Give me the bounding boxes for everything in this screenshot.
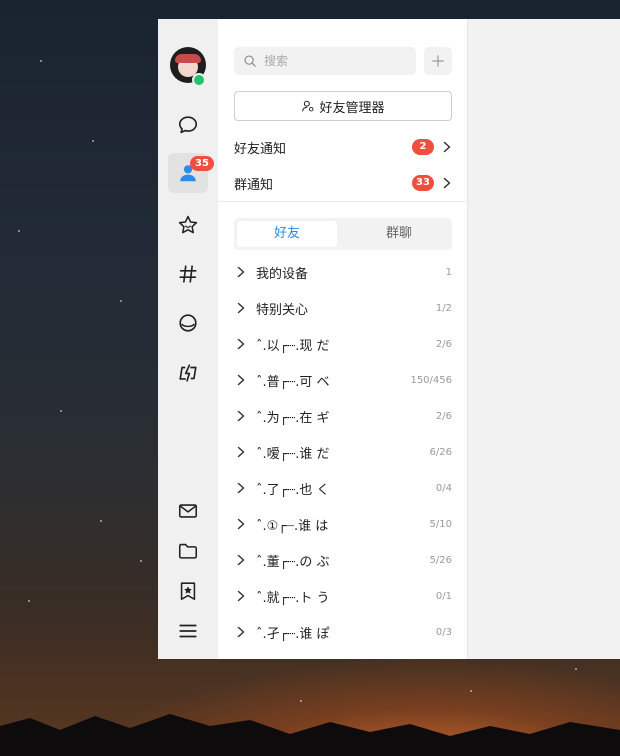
friend-group-row[interactable]: ˆ.嗳┌┈.谁 だ 6/26 <box>218 434 468 470</box>
chevron-right-icon <box>236 410 252 422</box>
friend-group-row[interactable]: ˆ.了┌┈.也 く 0/4 <box>218 470 468 506</box>
mail-nav-button[interactable] <box>168 491 208 531</box>
folder-icon <box>178 543 198 559</box>
lightning-box-icon <box>179 364 197 382</box>
group-count: 1/2 <box>435 302 452 314</box>
chevron-right-icon <box>236 482 252 494</box>
group-name: ˆ.孑┌┈.谁 ぽ <box>256 626 330 642</box>
group-name: ˆ.嗳┌┈.谁 だ <box>256 446 330 462</box>
group-name: ˆ.为┌┈.在 ギ <box>256 410 330 426</box>
friend-manager-label: 好友管理器 <box>319 100 385 116</box>
chat-bubble-icon <box>178 116 198 134</box>
chevron-right-icon <box>236 518 252 530</box>
detail-pane <box>468 19 620 659</box>
group-name: 我的设备 <box>256 266 309 282</box>
moments-nav-button[interactable] <box>168 303 208 343</box>
group-name: ˆ.①┌┈.谁 は <box>256 518 329 534</box>
search-icon <box>244 55 256 67</box>
mountain-silhouette <box>0 714 620 756</box>
group-name: 特别关心 <box>256 302 309 318</box>
favorites-nav-button[interactable] <box>168 205 208 245</box>
tab-friends[interactable]: 好友 <box>237 221 337 247</box>
friend-group-row[interactable]: ˆ.就┌┈.ト う 0/1 <box>218 578 468 614</box>
group-count: 5/10 <box>429 518 452 530</box>
add-button[interactable] <box>424 47 452 75</box>
contacts-tab-switcher: 好友 群聊 <box>234 218 452 250</box>
friend-group-row[interactable]: 我的设备 1 <box>218 254 468 290</box>
friend-group-row[interactable]: ˆ.孑┌┈.谁 ぽ 0/3 <box>218 614 468 650</box>
group-count: 1 <box>445 266 452 278</box>
group-notifications-badge: 33 <box>412 175 434 191</box>
group-count: 6/26 <box>429 446 452 458</box>
section-divider <box>218 201 468 202</box>
plus-icon <box>432 55 444 67</box>
group-count: 150/456 <box>410 374 452 386</box>
contacts-panel: 好友管理器 好友通知 2 群通知 33 好友 群聊 我的设备 1 <box>218 19 468 659</box>
chevron-right-icon <box>236 302 252 314</box>
group-count: 2/6 <box>435 338 452 350</box>
friend-group-list: 我的设备 1 特别关心 1/2 ˆ.以┌┈.现 だ 2/6 ˆ.普┌┈.可 ベ … <box>218 254 468 650</box>
group-count: 5/26 <box>429 554 452 566</box>
search-box[interactable] <box>234 47 416 75</box>
search-input[interactable] <box>262 53 406 69</box>
chevron-right-icon <box>236 266 252 278</box>
friend-notifications-badge: 2 <box>412 139 434 155</box>
group-name: ˆ.了┌┈.也 く <box>256 482 330 498</box>
envelope-icon <box>178 504 198 518</box>
chevron-right-icon <box>236 446 252 458</box>
group-name: ˆ.以┌┈.现 だ <box>256 338 330 354</box>
chevron-right-icon <box>443 177 451 189</box>
group-name: ˆ.就┌┈.ト う <box>256 590 330 606</box>
friend-notifications-label: 好友通知 <box>234 141 287 157</box>
person-settings-icon <box>302 100 314 112</box>
group-notifications-row[interactable]: 群通知 33 <box>234 169 452 197</box>
files-nav-button[interactable] <box>168 531 208 571</box>
hamburger-menu-icon <box>179 624 197 638</box>
chevron-right-icon <box>236 590 252 602</box>
nav-rail: 35 <box>158 19 218 659</box>
messages-nav-button[interactable] <box>168 105 208 145</box>
games-nav-button[interactable] <box>168 353 208 393</box>
online-status-icon <box>192 73 206 87</box>
star-bookmark-icon <box>180 582 196 601</box>
chevron-right-icon <box>443 141 451 153</box>
main-menu-button[interactable] <box>168 611 208 651</box>
chevron-right-icon <box>236 374 252 386</box>
group-name: ˆ.普┌┈.可 ベ <box>256 374 330 390</box>
friend-group-row[interactable]: 特别关心 1/2 <box>218 290 468 326</box>
friend-notifications-row[interactable]: 好友通知 2 <box>234 133 452 161</box>
friend-group-row[interactable]: ˆ.以┌┈.现 だ 2/6 <box>218 326 468 362</box>
channels-nav-button[interactable] <box>168 254 208 294</box>
group-count: 0/1 <box>435 590 452 602</box>
friend-group-row[interactable]: ˆ.董┌┈.の ぶ 5/26 <box>218 542 468 578</box>
friend-group-row[interactable]: ˆ.①┌┈.谁 は 5/10 <box>218 506 468 542</box>
group-count: 0/4 <box>435 482 452 494</box>
group-name: ˆ.董┌┈.の ぶ <box>256 554 330 570</box>
friend-group-row[interactable]: ˆ.普┌┈.可 ベ 150/456 <box>218 362 468 398</box>
friend-group-row[interactable]: ˆ.为┌┈.在 ギ 2/6 <box>218 398 468 434</box>
hashtag-icon <box>179 265 197 283</box>
planet-orbit-icon <box>179 314 197 332</box>
chevron-right-icon <box>236 626 252 638</box>
contacts-window: 35 搜索 好友管理器 好友通知 2 群通知 33 好友 群聊 我的设备 1 特… <box>158 19 620 659</box>
friend-manager-button[interactable]: 好友管理器 <box>234 91 452 121</box>
group-count: 0/3 <box>435 626 452 638</box>
contacts-unread-badge: 35 <box>190 156 214 171</box>
chevron-right-icon <box>236 554 252 566</box>
bookmarks-nav-button[interactable] <box>168 571 208 611</box>
tab-groups[interactable]: 群聊 <box>349 221 449 247</box>
star-face-icon <box>178 215 198 234</box>
group-notifications-label: 群通知 <box>234 177 274 193</box>
chevron-right-icon <box>236 338 252 350</box>
group-count: 2/6 <box>435 410 452 422</box>
